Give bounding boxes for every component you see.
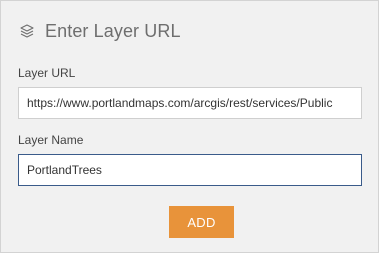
add-button[interactable]: ADD bbox=[169, 206, 234, 238]
enter-layer-url-panel: Enter Layer URL Layer URL Layer Name ADD bbox=[0, 0, 379, 253]
layer-name-label: Layer Name bbox=[18, 133, 84, 147]
layer-name-input[interactable] bbox=[18, 154, 362, 186]
layer-url-input[interactable] bbox=[18, 87, 362, 119]
layers-icon bbox=[18, 22, 36, 40]
panel-header: Enter Layer URL bbox=[18, 18, 181, 44]
layer-url-label: Layer URL bbox=[18, 66, 76, 80]
panel-title: Enter Layer URL bbox=[45, 20, 181, 41]
